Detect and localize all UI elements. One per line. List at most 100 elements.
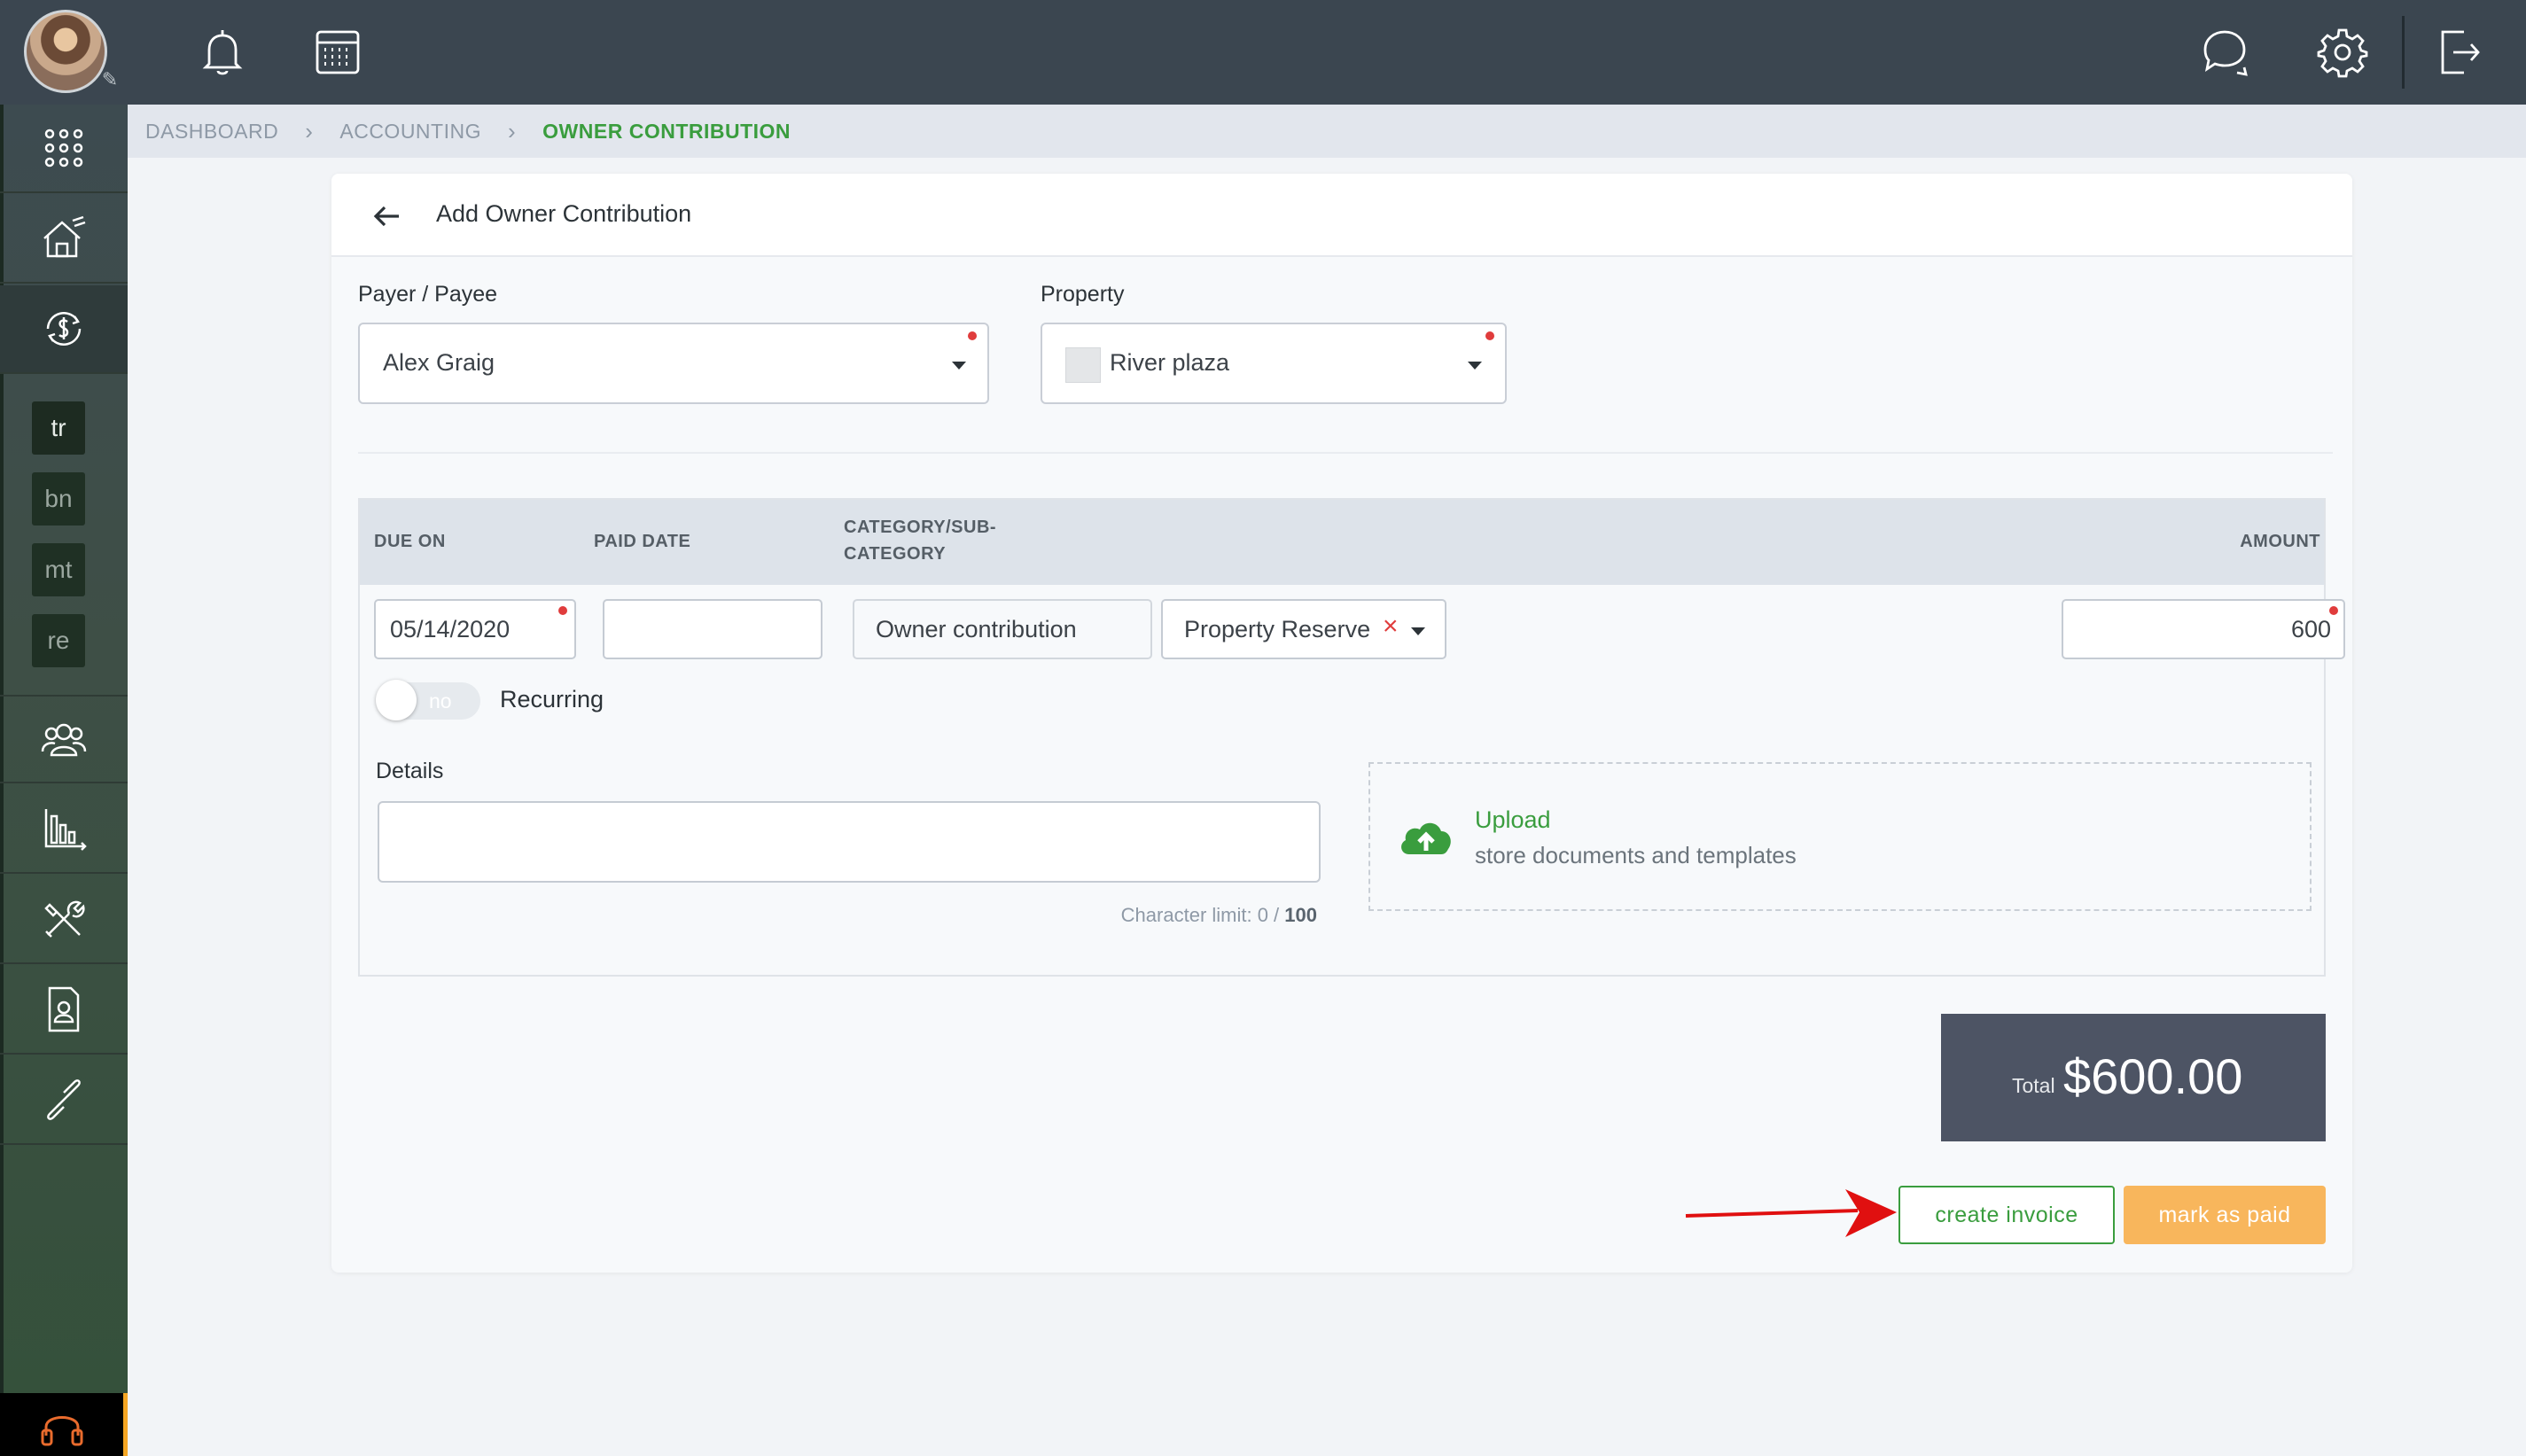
due-on-input[interactable]: 05/14/2020 [374, 599, 576, 659]
details-label: Details [376, 759, 444, 783]
chevron-right-icon: › [305, 117, 314, 144]
sidebar: ✎ tr bn mt re [0, 0, 128, 1456]
upload-title[interactable]: Upload [1475, 806, 1551, 834]
calendar-icon [316, 30, 360, 74]
property-label: Property [1041, 282, 1125, 307]
page-title: Add Owner Contribution [436, 200, 692, 227]
recurring-label: Recurring [500, 686, 604, 712]
paid-date-input[interactable] [603, 599, 823, 659]
logout-icon [2441, 30, 2480, 74]
sidebar-item-apps[interactable] [0, 105, 128, 193]
calendar-button[interactable] [310, 25, 365, 80]
payer-label: Payer / Payee [358, 282, 498, 307]
amount-input[interactable]: 600 [2062, 599, 2345, 659]
subcategory-value: Property Reserve [1184, 616, 1371, 642]
property-value: River plaza [1110, 349, 1230, 376]
documents-icon [48, 986, 80, 1032]
bell-icon [202, 30, 243, 75]
sidebar-item-contacts[interactable] [0, 695, 128, 783]
header-amount: AMOUNT [2240, 532, 2320, 551]
headset-icon [41, 1415, 82, 1445]
transaction-table: DUE ON PAID DATE CATEGORY/SUB- CATEGORY … [358, 498, 2345, 977]
breadcrumb-accounting[interactable]: ACCOUNTING [339, 120, 481, 144]
shortcut-bn[interactable]: bn [32, 472, 85, 526]
toggle-state: no [429, 689, 452, 712]
create-invoice-button[interactable]: create invoice [1898, 1186, 2115, 1244]
clear-icon[interactable]: × [1383, 611, 1399, 642]
gear-icon [2317, 28, 2368, 78]
sidebar-item-properties[interactable] [0, 195, 128, 284]
property-thumbnail [1065, 347, 1101, 383]
breadcrumb-dashboard[interactable]: DASHBOARD [145, 120, 278, 144]
total-panel: Total $600.00 [1941, 1014, 2326, 1141]
reports-icon [44, 809, 87, 851]
section-divider [358, 452, 2333, 454]
logout-button[interactable] [2432, 25, 2487, 80]
top-bar [128, 0, 2526, 105]
toggle-knob [376, 680, 417, 720]
contacts-icon [41, 723, 87, 757]
character-limit: Character limit: 0 / 100 [1121, 904, 1317, 927]
arrow-left-icon [373, 206, 399, 227]
header-category-line1: CATEGORY/SUB- [844, 518, 997, 537]
total-amount: $600.00 [2063, 1048, 2243, 1104]
table-header: DUE ON PAID DATE CATEGORY/SUB- CATEGORY … [360, 500, 2324, 585]
required-indicator [558, 606, 567, 615]
category-value: Owner contribution [876, 616, 1077, 642]
settings-button[interactable] [2315, 25, 2370, 80]
payer-select[interactable]: Alex Graig [358, 323, 989, 404]
required-indicator [1485, 331, 1494, 340]
properties-icon [43, 215, 86, 258]
chevron-right-icon: › [508, 117, 517, 144]
upload-subtitle: store documents and templates [1475, 842, 1797, 868]
shortcut-re[interactable]: re [32, 614, 85, 667]
sidebar-item-documents[interactable] [0, 966, 128, 1055]
breadcrumb-current: OWNER CONTRIBUTION [542, 119, 791, 143]
messages-button[interactable] [2198, 25, 2253, 80]
due-on-value: 05/14/2020 [390, 616, 511, 642]
required-indicator [968, 331, 977, 340]
amount-value: 600 [2290, 616, 2331, 642]
apps-icon [44, 128, 83, 167]
details-textarea[interactable] [378, 801, 1321, 883]
shortcut-mt[interactable]: mt [32, 543, 85, 596]
shortcut-tr[interactable]: tr [32, 401, 85, 455]
avatar[interactable] [24, 10, 107, 93]
maintenance-icon [44, 900, 85, 938]
total-label: Total [2012, 1074, 2055, 1097]
support-button[interactable] [0, 1393, 128, 1456]
category-field[interactable]: Owner contribution [853, 599, 1152, 659]
payer-value: Alex Graig [383, 349, 495, 376]
property-select[interactable]: River plaza [1041, 323, 1507, 404]
upload-dropzone[interactable]: Upload store documents and templates [1368, 762, 2312, 911]
header-category-line2: CATEGORY [844, 544, 947, 564]
sidebar-item-accounting[interactable] [0, 285, 128, 374]
char-limit-max: 100 [1284, 904, 1317, 926]
annotation-arrow [1685, 1189, 1897, 1237]
caret-down-icon [1468, 362, 1482, 370]
mark-as-paid-button[interactable]: mark as paid [2124, 1186, 2326, 1244]
links-icon [47, 1079, 81, 1120]
cloud-upload-icon [1401, 822, 1451, 854]
sidebar-item-maintenance[interactable] [0, 876, 128, 964]
topbar-divider [2402, 16, 2405, 89]
header-paid-date: PAID DATE [594, 532, 691, 551]
pin-icon[interactable]: ✎ [99, 69, 121, 90]
user-profile[interactable]: ✎ [0, 0, 128, 105]
back-button[interactable] [370, 200, 402, 232]
chat-icon [2203, 30, 2248, 76]
caret-down-icon [1411, 627, 1425, 635]
sidebar-item-reports[interactable] [0, 785, 128, 874]
notifications-button[interactable] [195, 25, 250, 80]
sidebar-item-links[interactable] [0, 1056, 128, 1145]
header-due-on: DUE ON [374, 532, 446, 551]
owner-contribution-card: Add Owner Contribution Payer / Payee Ale… [331, 174, 2352, 1273]
char-limit-text: Character limit: 0 / [1120, 904, 1285, 926]
accounting-icon [46, 312, 82, 346]
subcategory-select[interactable]: Property Reserve × [1161, 599, 1446, 659]
card-header: Add Owner Contribution [331, 174, 2352, 257]
required-indicator [2329, 606, 2338, 615]
breadcrumb: DASHBOARD › ACCOUNTING › OWNER CONTRIBUT… [128, 105, 2526, 158]
caret-down-icon [952, 362, 966, 370]
recurring-toggle[interactable]: no [376, 680, 480, 720]
